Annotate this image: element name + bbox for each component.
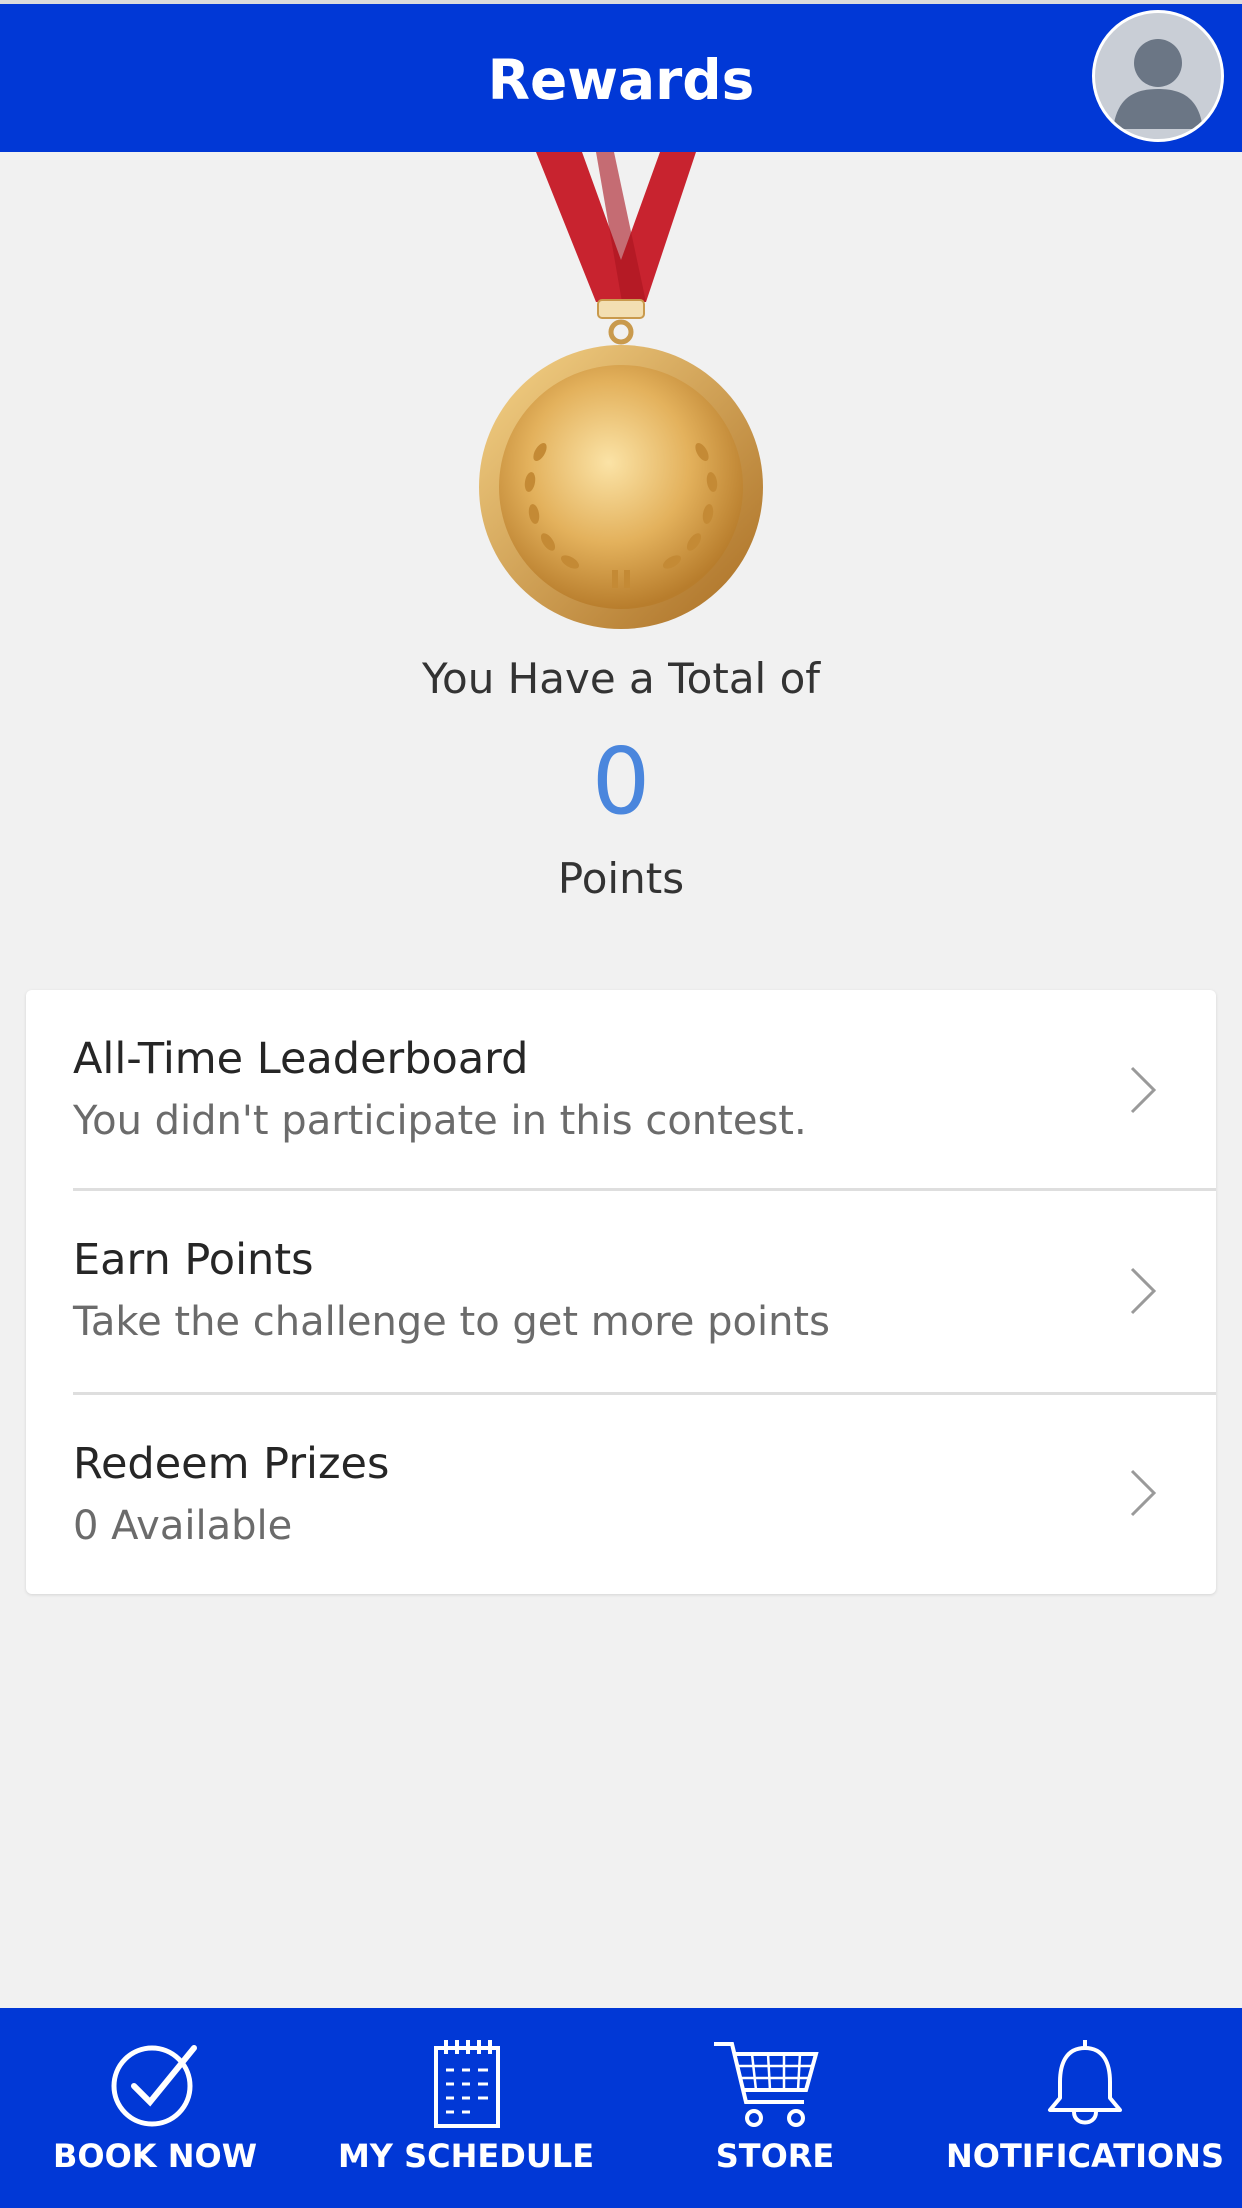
- total-points-label: You Have a Total of: [421, 654, 821, 703]
- tab-label: NOTIFICATIONS: [945, 2137, 1224, 2175]
- bell-icon: [1048, 2040, 1122, 2125]
- cart-icon: [714, 2042, 819, 2127]
- tab-label: STORE: [715, 2137, 835, 2175]
- page-title: Rewards: [487, 48, 755, 112]
- menu-item-title: All-Time Leaderboard: [73, 1034, 529, 1084]
- menu-item-subtitle: Take the challenge to get more points: [73, 1299, 830, 1345]
- tab-label: MY SCHEDULE: [337, 2137, 595, 2175]
- gold-medal-icon: [460, 152, 782, 634]
- rewards-menu-card: All-Time Leaderboard You didn't particip…: [26, 990, 1216, 1594]
- calendar-icon: [434, 2040, 500, 2128]
- tab-store[interactable]: STORE: [622, 2008, 928, 2208]
- points-unit-label: Points: [557, 854, 685, 903]
- tab-my-schedule[interactable]: MY SCHEDULE: [310, 2008, 622, 2208]
- tab-book-now[interactable]: BOOK NOW: [0, 2008, 310, 2208]
- chevron-right-icon: [1130, 1267, 1157, 1315]
- chevron-right-icon: [1130, 1066, 1157, 1114]
- menu-item-earn-points[interactable]: Earn Points Take the challenge to get mo…: [26, 1191, 1216, 1392]
- chevron-right-icon: [1130, 1469, 1157, 1517]
- tab-label: BOOK NOW: [52, 2137, 257, 2175]
- check-circle-icon: [111, 2045, 197, 2127]
- app-header: Rewards: [0, 4, 1242, 152]
- tab-notifications[interactable]: NOTIFICATIONS: [928, 2008, 1242, 2208]
- user-avatar-icon[interactable]: [1092, 10, 1224, 142]
- points-value: 0: [591, 728, 651, 835]
- menu-item-title: Redeem Prizes: [73, 1439, 390, 1489]
- menu-item-title: Earn Points: [73, 1235, 314, 1285]
- menu-item-subtitle: 0 Available: [73, 1503, 293, 1549]
- menu-item-leaderboard[interactable]: All-Time Leaderboard You didn't particip…: [26, 990, 1216, 1188]
- bottom-tab-bar: BOOK NOW MY SCHEDULE STORE NOTIFICATIONS: [0, 2008, 1242, 2208]
- menu-item-subtitle: You didn't participate in this contest.: [73, 1098, 807, 1144]
- menu-item-redeem-prizes[interactable]: Redeem Prizes 0 Available: [26, 1395, 1216, 1594]
